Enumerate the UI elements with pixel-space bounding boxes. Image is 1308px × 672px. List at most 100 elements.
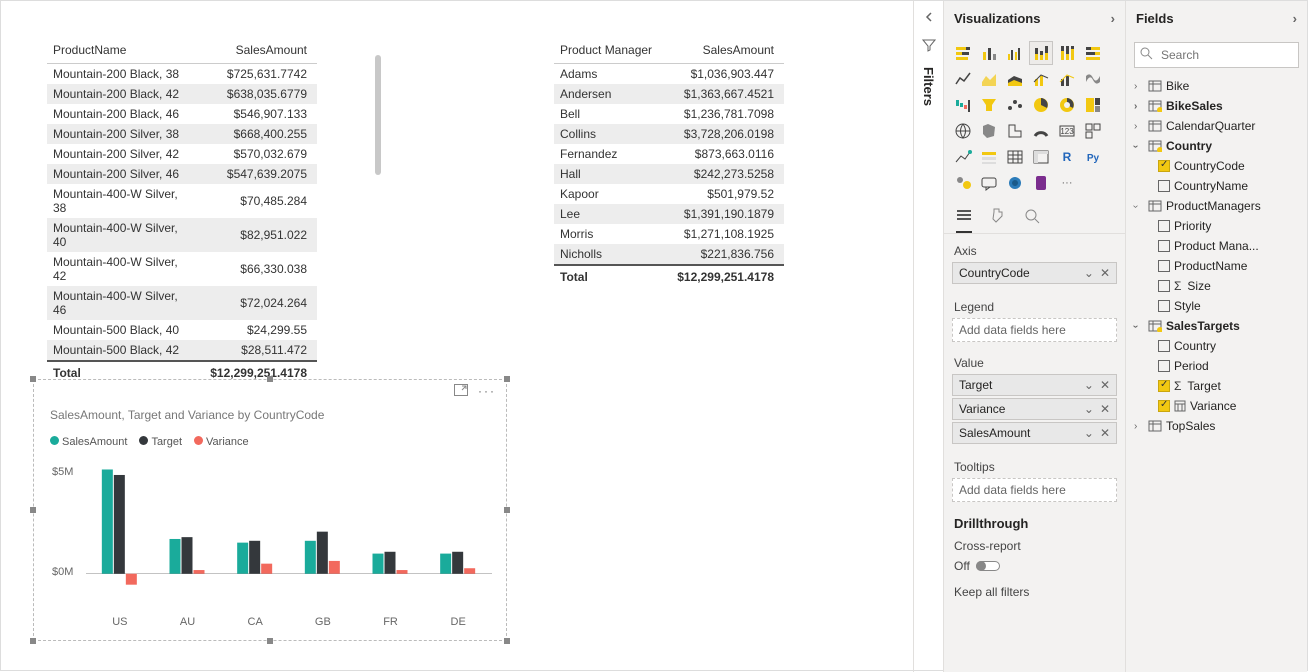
vis-type-r[interactable]: R xyxy=(1055,145,1079,169)
more-options-icon[interactable]: ··· xyxy=(478,384,496,399)
vis-type-pie[interactable] xyxy=(1029,93,1053,117)
filters-pane-collapsed[interactable]: Filters xyxy=(913,1,943,672)
field-checkbox[interactable] xyxy=(1158,340,1170,352)
legend-dropzone[interactable]: Add data fields here xyxy=(952,318,1117,342)
filters-icon[interactable] xyxy=(922,38,936,55)
focus-mode-icon[interactable] xyxy=(454,384,468,399)
field-node[interactable]: Period xyxy=(1132,356,1301,376)
col-header[interactable]: Product Manager xyxy=(554,37,667,64)
table-row[interactable]: Bell$1,236,781.7098 xyxy=(554,104,784,124)
table-row[interactable]: Adams$1,036,903.447 xyxy=(554,64,784,85)
field-checkbox[interactable] xyxy=(1158,360,1170,372)
vis-type-matrix[interactable] xyxy=(1029,145,1053,169)
field-pill[interactable]: SalesAmount⌄✕ xyxy=(952,422,1117,444)
manager-table-visual[interactable]: Product Manager SalesAmount Adams$1,036,… xyxy=(554,37,784,287)
chevron-icon[interactable] xyxy=(1134,421,1144,432)
chevron-icon[interactable] xyxy=(1134,321,1144,332)
resize-handle[interactable] xyxy=(504,507,510,513)
vis-type-table[interactable] xyxy=(1003,145,1027,169)
table-node[interactable]: BikeSales xyxy=(1132,96,1301,116)
vis-type-gauge[interactable] xyxy=(1029,119,1053,143)
chevron-down-icon[interactable]: ⌄ xyxy=(1084,378,1094,392)
vis-type-key-influencers[interactable] xyxy=(951,171,975,195)
vis-type-kpi[interactable] xyxy=(951,145,975,169)
vis-type-map[interactable] xyxy=(951,119,975,143)
field-node[interactable]: CountryCode xyxy=(1132,156,1301,176)
vis-type-line[interactable] xyxy=(951,67,975,91)
vis-type-donut[interactable] xyxy=(1055,93,1079,117)
resize-handle[interactable] xyxy=(504,376,510,382)
vis-type-arcgis[interactable] xyxy=(1003,171,1027,195)
remove-icon[interactable]: ✕ xyxy=(1100,402,1110,416)
field-checkbox[interactable] xyxy=(1158,240,1170,252)
scrollbar[interactable] xyxy=(375,55,381,175)
vis-type-slicer[interactable] xyxy=(977,145,1001,169)
table-row[interactable]: Nicholls$221,836.756 xyxy=(554,244,784,265)
resize-handle[interactable] xyxy=(30,507,36,513)
chevron-down-icon[interactable]: ⌄ xyxy=(1084,426,1094,440)
vis-type-shape-map[interactable] xyxy=(1003,119,1027,143)
table-row[interactable]: Mountain-200 Silver, 42$570,032.679 xyxy=(47,144,317,164)
table-row[interactable]: Mountain-500 Black, 42$28,511.472 xyxy=(47,340,317,361)
field-checkbox[interactable] xyxy=(1158,280,1170,292)
cross-report-toggle[interactable]: Off xyxy=(944,557,1125,575)
field-node[interactable]: Priority xyxy=(1132,216,1301,236)
table-row[interactable]: Kapoor$501,979.52 xyxy=(554,184,784,204)
vis-type-100-bar[interactable] xyxy=(1081,41,1105,65)
vis-type-funnel[interactable] xyxy=(977,93,1001,117)
col-header[interactable]: SalesAmount xyxy=(667,37,784,64)
vis-type-card[interactable]: 123 xyxy=(1055,119,1079,143)
clustered-column-chart-visual[interactable]: ··· SalesAmount, Target and Variance by … xyxy=(33,379,507,641)
table-row[interactable]: Hall$242,273.5258 xyxy=(554,164,784,184)
vis-type-clustered-column[interactable] xyxy=(1003,41,1027,65)
table-node[interactable]: Country xyxy=(1132,136,1301,156)
field-node[interactable]: ΣSize xyxy=(1132,276,1301,296)
table-node[interactable]: CalendarQuarter xyxy=(1132,116,1301,136)
field-node[interactable]: Variance xyxy=(1132,396,1301,416)
field-checkbox[interactable] xyxy=(1158,400,1170,412)
field-pill[interactable]: Variance⌄✕ xyxy=(952,398,1117,420)
table-row[interactable]: Lee$1,391,190.1879 xyxy=(554,204,784,224)
table-row[interactable]: Mountain-400-W Silver, 38$70,485.284 xyxy=(47,184,317,218)
chevron-icon[interactable] xyxy=(1134,81,1144,92)
table-row[interactable]: Mountain-500 Black, 40$24,299.55 xyxy=(47,320,317,340)
vis-type-qa[interactable] xyxy=(977,171,1001,195)
vis-type-multi-card[interactable] xyxy=(1081,119,1105,143)
chevron-icon[interactable] xyxy=(1134,101,1144,112)
product-table-visual[interactable]: ProductName SalesAmount Mountain-200 Bla… xyxy=(47,37,367,383)
report-canvas[interactable]: ProductName SalesAmount Mountain-200 Bla… xyxy=(1,1,913,672)
expand-filters-icon[interactable] xyxy=(923,11,935,26)
chevron-icon[interactable] xyxy=(1134,121,1144,132)
field-checkbox[interactable] xyxy=(1158,300,1170,312)
remove-icon[interactable]: ✕ xyxy=(1100,378,1110,392)
col-header[interactable]: ProductName xyxy=(47,37,204,64)
table-row[interactable]: Mountain-200 Silver, 46$547,639.2075 xyxy=(47,164,317,184)
field-checkbox[interactable] xyxy=(1158,180,1170,192)
fields-tab[interactable] xyxy=(956,208,972,233)
table-row[interactable]: Fernandez$873,663.0116 xyxy=(554,144,784,164)
resize-handle[interactable] xyxy=(267,638,273,644)
resize-handle[interactable] xyxy=(504,638,510,644)
chevron-down-icon[interactable]: ⌄ xyxy=(1084,266,1094,280)
analytics-tab[interactable] xyxy=(1024,208,1040,233)
field-pill[interactable]: Target⌄✕ xyxy=(952,374,1117,396)
table-node[interactable]: ProductManagers xyxy=(1132,196,1301,216)
vis-type-100-column[interactable] xyxy=(1055,41,1079,65)
vis-type-combo2[interactable] xyxy=(1055,67,1079,91)
vis-type-area[interactable] xyxy=(977,67,1001,91)
resize-handle[interactable] xyxy=(267,376,273,382)
table-row[interactable]: Mountain-200 Black, 46$546,907.133 xyxy=(47,104,317,124)
field-node[interactable]: Style xyxy=(1132,296,1301,316)
vis-type-waterfall[interactable] xyxy=(951,93,975,117)
vis-type-column[interactable] xyxy=(977,41,1001,65)
vis-type-combo[interactable] xyxy=(1029,67,1053,91)
table-node[interactable]: Bike xyxy=(1132,76,1301,96)
vis-type-py[interactable]: Py xyxy=(1081,145,1105,169)
vis-type-stacked-area[interactable] xyxy=(1003,67,1027,91)
field-checkbox[interactable] xyxy=(1158,160,1170,172)
fields-search-input[interactable] xyxy=(1134,42,1299,68)
field-node[interactable]: ΣTarget xyxy=(1132,376,1301,396)
field-node[interactable]: CountryName xyxy=(1132,176,1301,196)
table-row[interactable]: Mountain-400-W Silver, 40$82,951.022 xyxy=(47,218,317,252)
field-pill[interactable]: CountryCode⌄✕ xyxy=(952,262,1117,284)
